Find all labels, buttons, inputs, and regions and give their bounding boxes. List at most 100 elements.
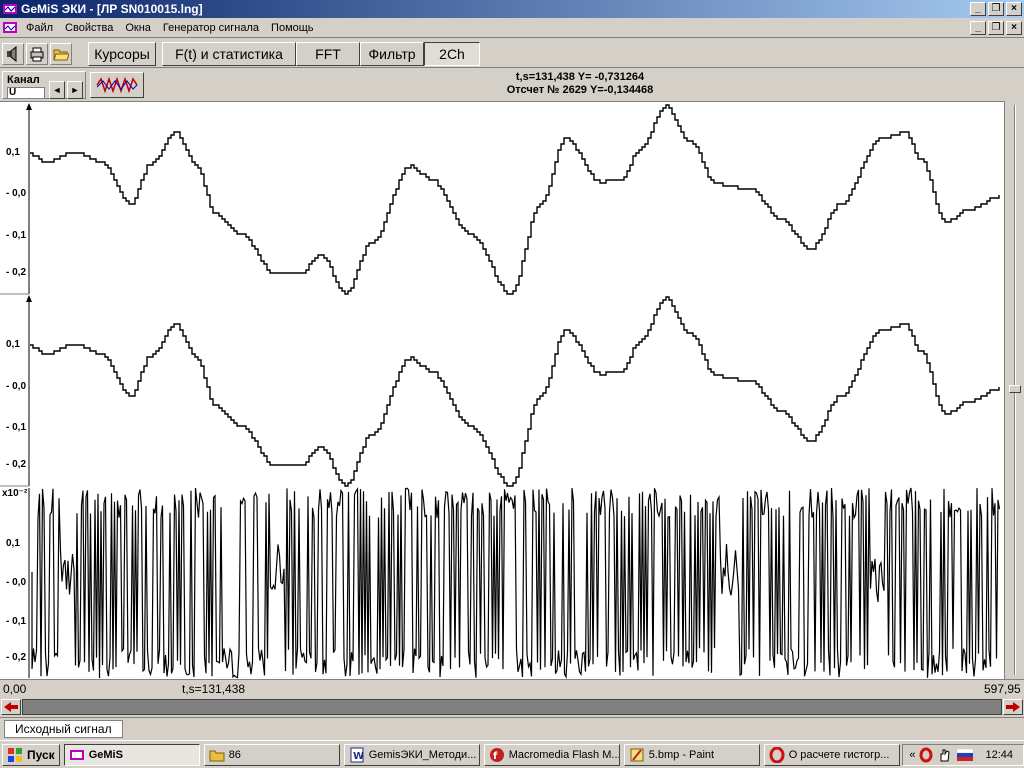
taskbar-item-label: 86 — [228, 748, 241, 761]
document-icon[interactable] — [2, 20, 20, 36]
flash-icon: f — [489, 747, 504, 762]
app-icon — [2, 2, 18, 16]
minimize-button[interactable]: _ — [970, 2, 986, 16]
menu-windows[interactable]: Окна — [119, 22, 157, 34]
tab-source-signal[interactable]: Исходный сигнал — [4, 720, 123, 738]
time-axis-end: 597,95 — [984, 682, 1021, 696]
taskbar-item-flash[interactable]: f Macromedia Flash M... — [483, 743, 620, 766]
scroll-right-button[interactable] — [1003, 699, 1023, 715]
panel1-tick-2: - 0,0 — [6, 188, 27, 199]
2ch-button[interactable]: 2Ch — [424, 41, 480, 66]
channel-prev-button[interactable]: ◄ — [49, 81, 65, 99]
start-label: Пуск — [27, 747, 55, 762]
channel-field[interactable]: U — [7, 87, 45, 99]
folder-icon — [209, 750, 225, 761]
taskbar: Пуск GeMiS 86 W GemisЭКИ_Методи... f Mac… — [0, 740, 1024, 768]
panel2-tick-4: - 0,2 — [6, 459, 27, 470]
panel3-tick-4: - 0,2 — [6, 652, 27, 663]
panel2-tick-2: - 0,0 — [6, 381, 27, 392]
taskbar-item-opera[interactable]: О расчете гистогр... — [763, 743, 900, 766]
filter-button[interactable]: Фильтр — [360, 41, 424, 66]
channel-row: Канал U ◄ ► t,s=131,438 Y= -0,731264 Отс… — [0, 69, 1024, 101]
language-flag-icon[interactable] — [957, 748, 974, 761]
scroll-track[interactable] — [22, 699, 1002, 715]
fft-button[interactable]: FFT — [296, 41, 360, 66]
title-bar: GeMiS ЭКИ - [ЛР SN010015.lng] _ ❐ × — [0, 0, 1024, 18]
windows-logo-icon — [8, 747, 22, 762]
splitter-thumb[interactable] — [1009, 385, 1021, 393]
panel3-tick-3: - 0,1 — [6, 616, 27, 627]
time-axis-cursor: t,s=131,438 — [182, 682, 246, 696]
taskbar-item-gemis[interactable]: GeMiS — [63, 743, 200, 766]
gemis-window: GeMiS ЭКИ - [ЛР SN010015.lng] _ ❐ × Файл… — [0, 0, 1024, 768]
window-title: GeMiS ЭКИ - [ЛР SN010015.lng] — [21, 2, 203, 16]
doc-close-button[interactable]: × — [1006, 20, 1022, 35]
readout-time-value: t,s=131,438 Y= -0,731264 — [515, 71, 645, 83]
panel3-tick-1: 0,1 — [6, 538, 20, 549]
taskbar-item-paint[interactable]: 5.bmp - Paint — [623, 743, 760, 766]
close-button[interactable]: × — [1006, 2, 1022, 16]
waveform-icon — [96, 76, 138, 94]
open-folder-icon[interactable] — [50, 42, 72, 65]
panel3-tick-2: - 0,0 — [6, 577, 27, 588]
channel-label: Канал — [7, 74, 40, 86]
start-button[interactable]: Пуск — [2, 743, 60, 766]
cursor-readout: t,s=131,438 Y= -0,731264 Отсчет № 2629 Y… — [360, 71, 800, 97]
menu-help[interactable]: Помощь — [265, 22, 320, 34]
panel2-tick-3: - 0,1 — [6, 422, 27, 433]
time-axis: 0,00 t,s=131,438 597,95 — [0, 679, 1024, 697]
gemis-app-icon — [69, 749, 84, 760]
panel1-tick-3: - 0,1 — [6, 230, 27, 241]
panel1-tick-4: - 0,2 — [6, 267, 27, 278]
taskbar-item-label: О расчете гистогр... — [788, 748, 890, 761]
taskbar-item-word[interactable]: W GemisЭКИ_Методи... — [343, 743, 480, 766]
svg-text:W: W — [353, 751, 364, 762]
waveform-button[interactable] — [90, 72, 144, 98]
readout-sample-value: Отсчет № 2629 Y=-0,134468 — [506, 84, 654, 96]
hand-icon[interactable] — [937, 747, 953, 763]
tray-chevron[interactable]: « — [909, 749, 915, 761]
panel1-tick-1: 0,1 — [6, 147, 20, 158]
horizontal-scrollbar — [0, 697, 1024, 717]
cursors-button[interactable]: Курсоры — [88, 41, 156, 66]
arrow-right-icon — [1006, 702, 1020, 712]
panel2-tick-1: 0,1 — [6, 339, 20, 350]
opera-icon — [769, 746, 785, 763]
vertical-splitter[interactable] — [1004, 101, 1024, 679]
maximize-button[interactable]: ❐ — [988, 2, 1004, 16]
panel3-multiplier: x10⁻² — [2, 488, 28, 499]
doc-maximize-button[interactable]: ❐ — [988, 20, 1004, 35]
speaker-icon[interactable] — [2, 42, 24, 65]
doc-minimize-button[interactable]: _ — [970, 20, 986, 35]
system-tray: « 12:44 — [902, 743, 1024, 766]
document-window-buttons: _ ❐ × — [970, 20, 1024, 35]
svg-text:f: f — [493, 751, 498, 762]
menu-signal-generator[interactable]: Генератор сигнала — [157, 22, 265, 34]
taskbar-item-label: GemisЭКИ_Методи... — [368, 748, 477, 761]
ft-statistics-button[interactable]: F(t) и статистика — [162, 41, 296, 66]
channel-next-button[interactable]: ► — [67, 81, 83, 99]
opera-tray-icon[interactable] — [919, 747, 933, 763]
time-axis-start: 0,00 — [3, 682, 27, 696]
toolbar: Курсоры F(t) и статистика FFT Фильтр 2Ch — [0, 40, 1024, 68]
plot-area[interactable]: 0,1 - 0,0 - 0,1 - 0,2 0,1 - 0,0 - 0,1 - … — [0, 101, 1004, 680]
tab-row: Исходный сигнал — [0, 717, 1024, 739]
menu-properties[interactable]: Свойства — [59, 22, 119, 34]
taskbar-item-label: GeMiS — [88, 748, 123, 761]
signal-trace-1 — [30, 104, 1000, 295]
signal-trace-3 — [31, 487, 1001, 680]
signal-plots — [0, 103, 1001, 680]
taskbar-item-folder[interactable]: 86 — [203, 743, 340, 766]
word-document-icon: W — [350, 747, 364, 762]
taskbar-item-label: 5.bmp - Paint — [648, 748, 715, 761]
clock: 12:44 — [985, 748, 1013, 761]
taskbar-item-label: Macromedia Flash M... — [508, 748, 620, 761]
channel-selector: Канал U ◄ ► — [2, 71, 86, 99]
menu-file[interactable]: Файл — [20, 22, 59, 34]
paint-icon — [630, 748, 644, 761]
arrow-left-icon — [4, 702, 18, 712]
printer-icon[interactable] — [26, 42, 48, 65]
signal-trace-2 — [30, 296, 1000, 487]
scroll-left-button[interactable] — [1, 699, 21, 715]
menu-bar: Файл Свойства Окна Генератор сигнала Пом… — [0, 18, 1024, 38]
